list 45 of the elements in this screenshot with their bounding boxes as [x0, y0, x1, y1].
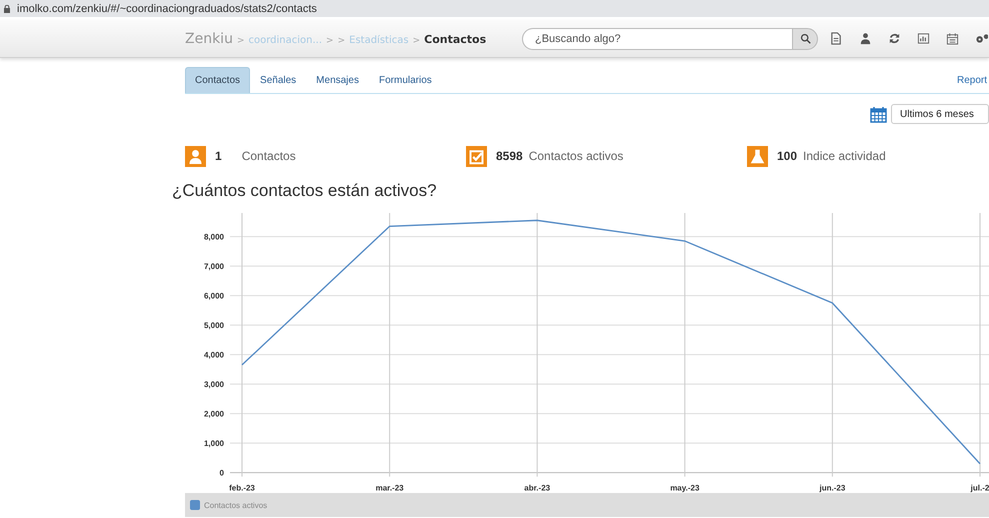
y-tick-label: 8,000 [204, 232, 224, 242]
y-tick-label: 2,000 [204, 410, 224, 419]
y-tick-label: 5,000 [204, 321, 224, 330]
breadcrumb-current: Contactos [424, 32, 486, 46]
report-link[interactable]: Report [956, 74, 987, 86]
chart-title: ¿Cuántos contactos están activos? [172, 181, 438, 202]
stat-label: Contactos activos [528, 149, 624, 163]
x-tick-label: jun.-23 [820, 484, 846, 493]
y-tick-label: 4,000 [204, 350, 224, 360]
x-tick-label: abr.-23 [524, 484, 550, 493]
file-icon[interactable] [830, 32, 843, 45]
y-tick-label: 7,000 [204, 262, 224, 272]
breadcrumb-separator: > [326, 36, 334, 46]
x-tick-label: jul.-2 [970, 484, 989, 493]
chart-icon[interactable] [917, 32, 930, 45]
stat-value: 8598 [496, 149, 523, 163]
search-button[interactable] [792, 28, 818, 50]
calendar-icon[interactable] [946, 32, 959, 45]
stat-value: 100 [777, 149, 798, 163]
calendar-icon[interactable] [870, 106, 887, 122]
y-tick-label: 3,000 [204, 380, 224, 390]
x-tick-label: mar.-23 [376, 484, 404, 493]
stat-value: 1 [215, 149, 222, 163]
breadcrumb-separator: > [338, 36, 346, 46]
breadcrumb-separator: > [236, 36, 244, 46]
search-field[interactable]: ¿Buscando algo? [522, 28, 792, 50]
settings-icon[interactable] [975, 32, 988, 45]
breadcrumb-separator: > [412, 36, 420, 46]
tab[interactable]: Señales [250, 67, 306, 93]
user-icon[interactable] [859, 32, 872, 45]
search-icon [800, 33, 810, 44]
stat-label: Contactos [242, 149, 296, 163]
tab[interactable]: Mensajes [306, 67, 369, 93]
y-tick-label: 1,000 [204, 439, 224, 448]
legend-label: Contactos activos [204, 500, 268, 510]
x-tick-label: feb.-23 [229, 484, 255, 493]
y-tick-label: 6,000 [204, 292, 224, 301]
tab[interactable]: Formularios [368, 67, 442, 93]
stat-label: Indice actividad [803, 149, 886, 163]
tab[interactable]: Contactos [185, 67, 250, 93]
lock-icon [4, 4, 10, 12]
refresh-icon[interactable] [888, 32, 901, 45]
x-tick-label: may.-23 [670, 484, 700, 493]
y-tick-label: 0 [220, 468, 224, 478]
date-range-select[interactable]: Ultimos 6 meses [891, 104, 989, 124]
